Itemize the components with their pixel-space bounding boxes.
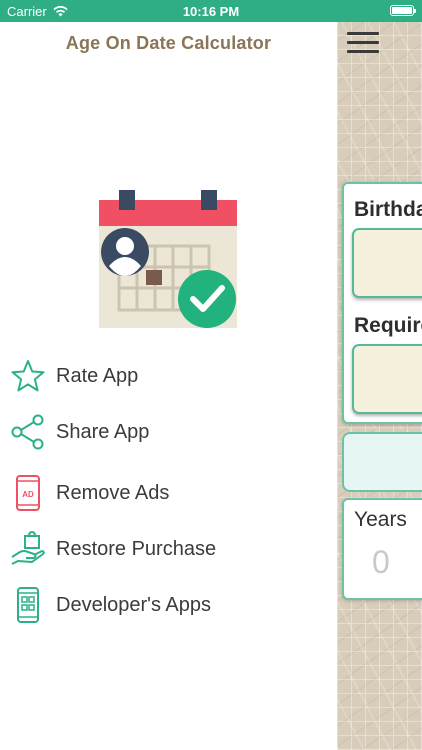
menu-item-label: Restore Purchase [56,537,217,560]
app-title: Age On Date Calculator [65,33,272,53]
years-value: 0 [372,544,390,580]
restore-purchase-icon [10,529,46,569]
developer-apps-icon [10,585,46,625]
menu-item-remove-ads[interactable]: AD Remove Ads [10,473,330,513]
menu-item-label: Developer's Apps [56,593,212,616]
birthday-label: Birthday [354,198,422,221]
menu-item-developer-apps[interactable]: Developer's Apps [10,585,330,625]
status-time: 10:16 PM [182,4,240,19]
calculate-button[interactable] [342,432,422,492]
menu-item-label: Share App [56,420,150,443]
main-screen: Birthday Required Years 0 [337,22,422,750]
menu-item-label: Rate App [56,364,139,387]
hamburger-menu-icon[interactable] [347,30,379,54]
status-bar: Carrier 10:16 PM [0,0,422,22]
date-input-card: Birthday Required [342,182,422,424]
calendar-logo-icon [99,190,237,328]
menu-item-restore-purchase[interactable]: Restore Purchase [10,529,330,569]
menu-item-label: Remove Ads [56,481,170,504]
share-icon [10,412,46,452]
required-date-field[interactable] [352,344,422,414]
years-label: Years [354,508,407,531]
years-result-card: Years 0 [342,498,422,600]
svg-text:AD: AD [22,490,34,499]
required-date-label: Required [354,314,422,337]
star-icon [10,356,46,396]
menu-item-rate-app[interactable]: Rate App [10,356,330,396]
side-drawer: Age On Date Calculator Rate App Share Ap… [0,22,337,750]
menu-item-share-app[interactable]: Share App [10,412,330,452]
battery-icon [390,5,416,16]
remove-ads-icon: AD [10,473,46,513]
birthday-date-field[interactable] [352,228,422,298]
